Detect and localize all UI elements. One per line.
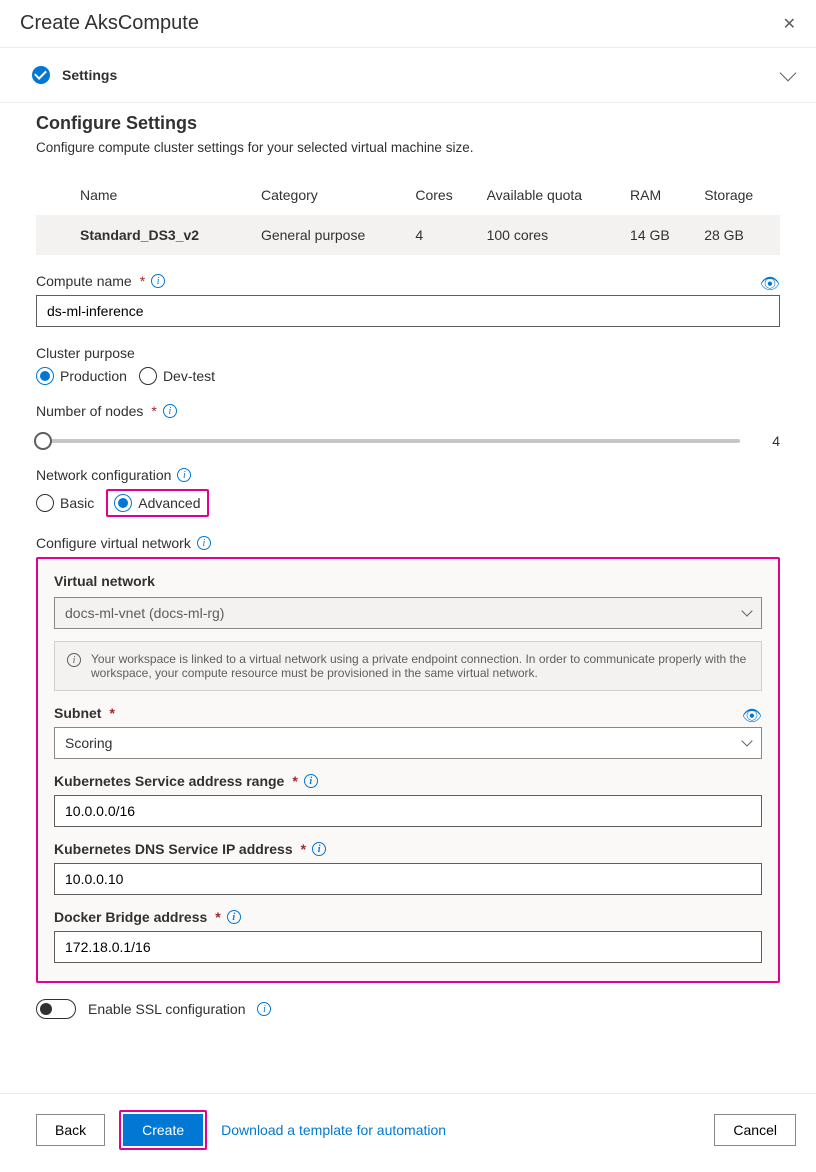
table-row: Standard_DS3_v2 General purpose 4 100 co… — [36, 215, 780, 255]
chevron-down-icon — [741, 735, 752, 746]
vnet-info-banner: i Your workspace is linked to a virtual … — [54, 641, 762, 691]
chevron-down-icon — [780, 65, 797, 82]
radio-basic[interactable]: Basic — [36, 494, 94, 512]
nodes-label: Number of nodes* i — [36, 403, 780, 419]
docker-bridge-input[interactable] — [54, 931, 762, 963]
col-category: Category — [251, 175, 405, 215]
net-config-label: Network configuration i — [36, 467, 780, 483]
nodes-value: 4 — [764, 433, 780, 449]
col-cores: Cores — [405, 175, 476, 215]
select-value: docs-ml-vnet (docs-ml-rg) — [65, 605, 224, 621]
configure-vnet-label: Configure virtual network i — [36, 535, 780, 551]
back-button[interactable]: Back — [36, 1114, 105, 1146]
select-value: Scoring — [65, 735, 112, 751]
eye-icon[interactable]: 👁 — [742, 706, 762, 726]
radio-icon — [114, 494, 132, 512]
info-icon[interactable]: i — [304, 774, 318, 788]
cell-cores: 4 — [405, 215, 476, 255]
nodes-slider[interactable]: 4 — [36, 433, 780, 449]
docker-bridge-label: Docker Bridge address* i — [54, 909, 762, 925]
close-icon[interactable]: ✕ — [783, 14, 796, 34]
settings-label: Settings — [62, 67, 117, 83]
radio-label: Basic — [60, 495, 94, 511]
k8s-range-label: Kubernetes Service address range* i — [54, 773, 762, 789]
subnet-select[interactable]: Scoring — [54, 727, 762, 759]
slider-thumb[interactable] — [34, 432, 52, 450]
k8s-range-input[interactable] — [54, 795, 762, 827]
dialog-title: Create AksCompute — [20, 12, 199, 35]
info-icon: i — [67, 653, 81, 667]
ssl-toggle[interactable] — [36, 999, 76, 1019]
cell-storage: 28 GB — [694, 215, 780, 255]
k8s-dns-label: Kubernetes DNS Service IP address* i — [54, 841, 762, 857]
banner-text: Your workspace is linked to a virtual ne… — [91, 652, 749, 680]
eye-icon[interactable]: 👁 — [760, 274, 780, 294]
radio-label: Dev-test — [163, 368, 215, 384]
info-icon[interactable]: i — [312, 842, 326, 856]
cell-name: Standard_DS3_v2 — [36, 215, 251, 255]
compute-name-input[interactable] — [36, 295, 780, 327]
info-icon[interactable]: i — [163, 404, 177, 418]
slider-track[interactable] — [36, 439, 740, 443]
subnet-label: Subnet* — [54, 705, 115, 721]
radio-icon — [36, 367, 54, 385]
section-subtitle: Configure compute cluster settings for y… — [36, 140, 780, 155]
info-icon[interactable]: i — [151, 274, 165, 288]
create-button[interactable]: Create — [123, 1114, 203, 1146]
col-name: Name — [36, 175, 251, 215]
radio-advanced[interactable]: Advanced — [114, 494, 200, 512]
settings-content: Configure Settings Configure compute clu… — [0, 103, 816, 1037]
k8s-dns-input[interactable] — [54, 863, 762, 895]
cell-quota: 100 cores — [477, 215, 620, 255]
cluster-purpose-label: Cluster purpose — [36, 345, 780, 361]
check-circle-icon — [32, 66, 50, 84]
dialog-footer: Back Create Download a template for auto… — [0, 1093, 816, 1172]
radio-devtest[interactable]: Dev-test — [139, 367, 215, 385]
radio-icon — [36, 494, 54, 512]
virtual-network-select[interactable]: docs-ml-vnet (docs-ml-rg) — [54, 597, 762, 629]
radio-label: Production — [60, 368, 127, 384]
info-icon[interactable]: i — [257, 1002, 271, 1016]
cell-category: General purpose — [251, 215, 405, 255]
download-template-link[interactable]: Download a template for automation — [221, 1122, 446, 1138]
info-icon[interactable]: i — [227, 910, 241, 924]
info-icon[interactable]: i — [197, 536, 211, 550]
chevron-down-icon — [741, 605, 752, 616]
section-title: Configure Settings — [36, 113, 780, 134]
cancel-button[interactable]: Cancel — [714, 1114, 796, 1146]
col-ram: RAM — [620, 175, 694, 215]
ssl-label: Enable SSL configuration — [88, 1001, 245, 1017]
radio-production[interactable]: Production — [36, 367, 127, 385]
cell-ram: 14 GB — [620, 215, 694, 255]
compute-name-label: Compute name* i — [36, 273, 165, 289]
col-storage: Storage — [694, 175, 780, 215]
dialog-header: Create AksCompute ✕ — [0, 0, 816, 48]
vm-size-table: Name Category Cores Available quota RAM … — [36, 175, 780, 255]
virtual-network-label: Virtual network — [54, 573, 762, 589]
info-icon[interactable]: i — [177, 468, 191, 482]
settings-accordion-header[interactable]: Settings — [0, 48, 816, 103]
col-quota: Available quota — [477, 175, 620, 215]
radio-icon — [139, 367, 157, 385]
radio-label: Advanced — [138, 495, 200, 511]
vnet-config-box: Virtual network docs-ml-vnet (docs-ml-rg… — [36, 557, 780, 983]
